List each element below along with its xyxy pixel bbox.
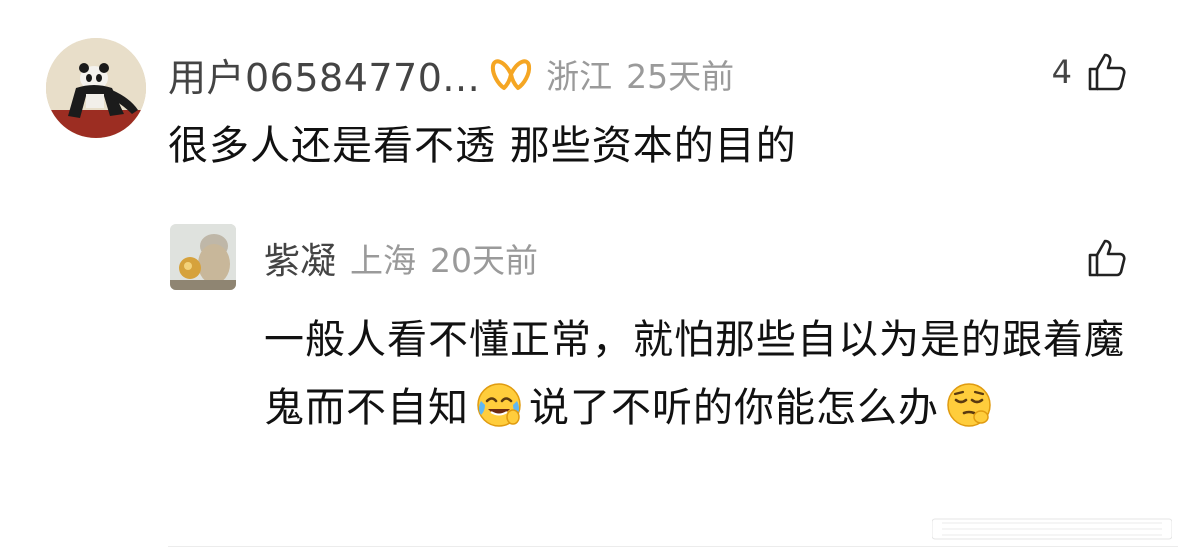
reply-username[interactable]: 紫凝 xyxy=(264,232,336,284)
comment-meta: 用户06584770... 浙江 25天前 xyxy=(168,46,734,102)
avatar[interactable] xyxy=(46,38,146,138)
thumbs-up-icon[interactable] xyxy=(1086,51,1128,93)
reply-like-button[interactable] xyxy=(1086,236,1128,280)
reply-timestamp: 20天前 xyxy=(430,241,539,280)
watermark xyxy=(932,515,1172,543)
comment-item: 用户06584770... 浙江 25天前 4 很多人还是看不透 那些资本的目的 xyxy=(0,0,1178,555)
panda-avatar-image xyxy=(46,38,146,138)
reply-text-part2: 说了不听的你能怎么办 xyxy=(529,385,939,431)
reply-text: 一般人看不懂正常，就怕那些自以为是的跟着魔鬼而不自知 说了不听的你能怎么办 xyxy=(264,306,1134,442)
divider xyxy=(168,546,1178,547)
timestamp: 25天前 xyxy=(626,57,735,96)
reply-meta: 紫凝 上海 20天前 xyxy=(264,232,538,284)
reply-avatar[interactable] xyxy=(170,224,236,290)
location: 浙江 xyxy=(546,57,613,96)
face-with-tears-of-joy-emoji xyxy=(475,381,523,429)
like-count: 4 xyxy=(1051,53,1072,91)
vip-ribbon-icon[interactable] xyxy=(488,54,534,94)
reply-avatar-image xyxy=(170,224,236,290)
username[interactable]: 用户06584770... xyxy=(168,47,480,102)
relieved-smirk-emoji xyxy=(945,381,993,429)
comment-text: 很多人还是看不透 那些资本的目的 xyxy=(168,123,797,169)
like-button[interactable]: 4 xyxy=(1052,50,1128,94)
reply-location: 上海 xyxy=(350,241,417,280)
thumbs-up-icon[interactable] xyxy=(1086,237,1128,279)
